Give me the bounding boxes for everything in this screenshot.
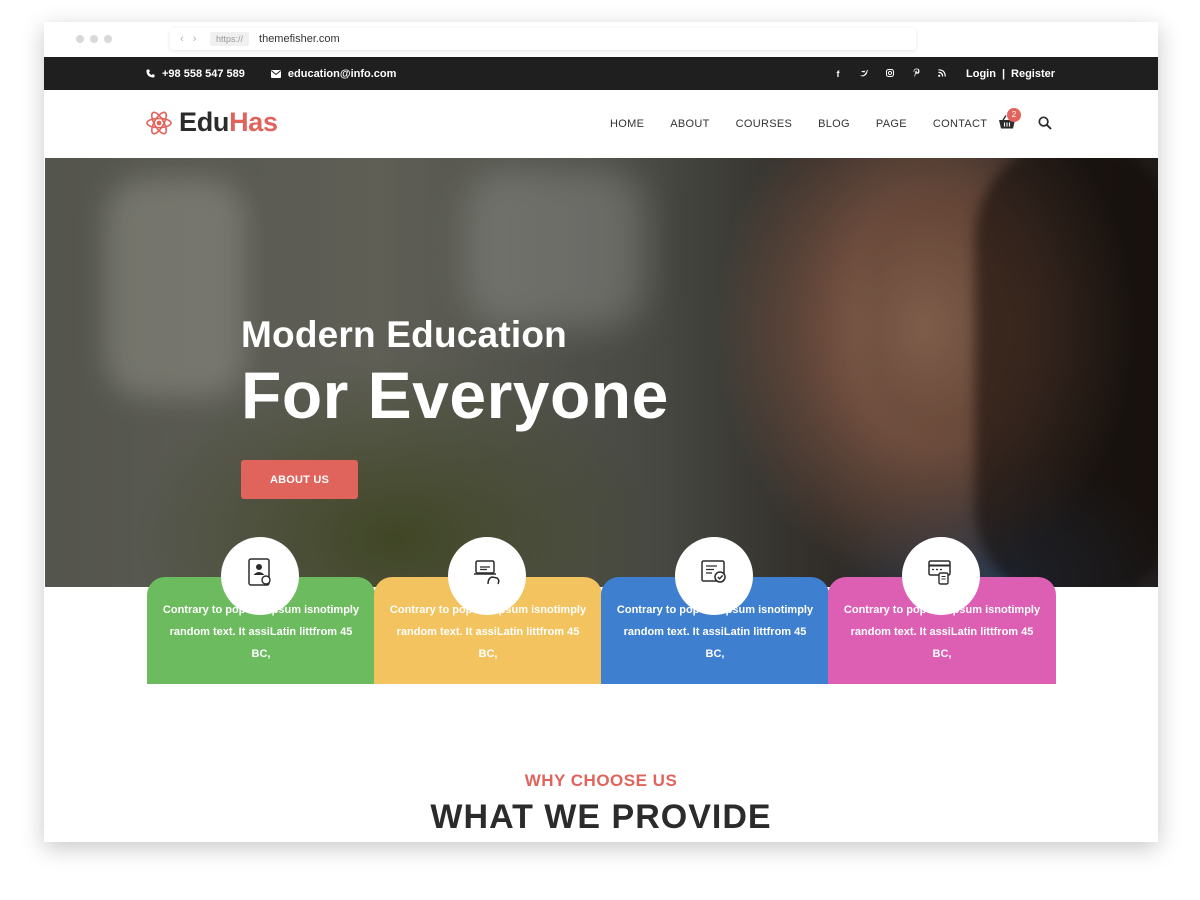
feature-icon-circle — [448, 537, 526, 615]
laptop-hand-icon — [474, 560, 500, 585]
feature-cards: Contrary to popular Ipsum isnotimply ran… — [147, 537, 1056, 684]
auth-separator: | — [1001, 67, 1006, 80]
rss-icon[interactable] — [938, 68, 946, 79]
hero-heading: Modern Education For Everyone — [241, 313, 669, 433]
hero-portrait-hair — [975, 158, 1158, 587]
login-link[interactable]: Login — [966, 68, 996, 80]
register-link[interactable]: Register — [1011, 68, 1055, 80]
logo-text-has: Has — [229, 107, 278, 137]
nav-home[interactable]: HOME — [610, 118, 644, 130]
main-navbar: EduHas HOME ABOUT COURSES BLOG PAGE CONT… — [44, 90, 1158, 158]
diploma-icon — [701, 560, 726, 583]
main-menu: HOME ABOUT COURSES BLOG PAGE CONTACT — [610, 90, 987, 158]
social-links: f — [834, 57, 946, 90]
email-address: education@info.com — [287, 67, 397, 80]
section-subtitle: WHY CHOOSE US — [524, 771, 678, 790]
about-us-button[interactable]: ABOUT US — [241, 460, 358, 499]
url-domain[interactable]: themefisher.com — [259, 33, 340, 45]
facebook-icon[interactable]: f — [834, 69, 842, 79]
hero-bg-blur — [105, 178, 245, 398]
logo-text: EduHas — [179, 107, 278, 138]
close-dot-icon[interactable] — [76, 35, 84, 43]
search-icon[interactable] — [1038, 116, 1052, 130]
mail-icon — [270, 69, 281, 78]
url-scheme: https:// — [210, 32, 250, 46]
hero-banner: Modern Education For Everyone ABOUT US — [45, 158, 1158, 587]
nav-page[interactable]: PAGE — [876, 118, 907, 130]
feature-icon-circle — [902, 537, 980, 615]
hero-title-line1: Modern Education — [241, 314, 567, 355]
top-info-bar: +98 558 547 589 education@info.com f Log… — [44, 57, 1158, 90]
site-logo[interactable]: EduHas — [145, 107, 278, 138]
minimize-dot-icon[interactable] — [90, 35, 98, 43]
card-payment-icon — [928, 560, 951, 585]
window-controls — [76, 35, 112, 43]
feature-icon-circle — [675, 537, 753, 615]
email-item[interactable]: education@info.com — [270, 67, 397, 80]
nav-blog[interactable]: BLOG — [818, 118, 850, 130]
hero-bg-blur — [465, 168, 645, 328]
cart-count-badge: 2 — [1007, 108, 1021, 122]
address-bar[interactable]: ‹ › https:// themefisher.com — [170, 28, 916, 50]
certificate-icon — [248, 558, 271, 586]
back-forward-icon[interactable]: ‹ › — [180, 33, 204, 45]
hero-portrait-face — [865, 188, 1025, 438]
instagram-icon[interactable] — [886, 68, 894, 79]
browser-chrome: ‹ › https:// themefisher.com — [44, 22, 1158, 57]
pinterest-icon[interactable] — [912, 68, 920, 79]
nav-courses[interactable]: COURSES — [736, 118, 793, 130]
feature-icon-circle — [221, 537, 299, 615]
nav-contact[interactable]: CONTACT — [933, 118, 987, 130]
contact-info: +98 558 547 589 education@info.com — [146, 57, 396, 90]
atom-logo-icon — [146, 111, 172, 134]
nav-about[interactable]: ABOUT — [670, 118, 709, 130]
browser-window: ‹ › https:// themefisher.com +98 558 547… — [44, 22, 1158, 842]
phone-icon — [146, 69, 155, 78]
twitter-icon[interactable] — [860, 69, 869, 79]
phone-number: +98 558 547 589 — [162, 67, 245, 80]
maximize-dot-icon[interactable] — [104, 35, 112, 43]
logo-text-edu: Edu — [179, 107, 230, 137]
phone-item[interactable]: +98 558 547 589 — [146, 68, 245, 80]
section-title: WHAT WE PROVIDE — [430, 798, 772, 836]
auth-links: Login | Register — [966, 57, 1055, 90]
hero-title-line2: For Everyone — [241, 358, 669, 432]
